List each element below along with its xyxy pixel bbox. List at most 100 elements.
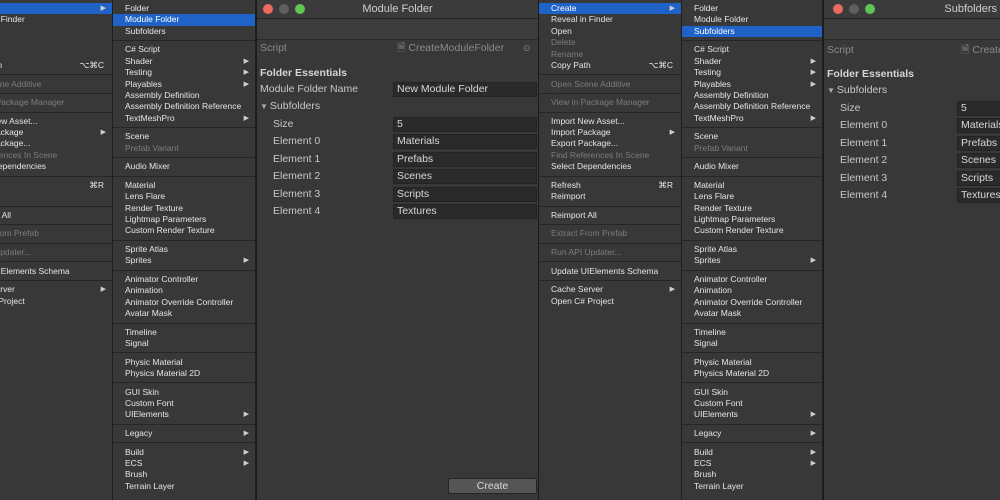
- menu-item[interactable]: UIElements ▶: [682, 409, 822, 420]
- menu-item[interactable]: esh⌘R: [0, 180, 112, 191]
- menu-item[interactable]: Import Package ▶: [539, 127, 681, 138]
- menu-item[interactable]: Refresh ⌘R: [539, 180, 681, 191]
- element-input[interactable]: Textures: [957, 188, 1000, 203]
- menu-item[interactable]: Assembly Definition Reference: [682, 101, 822, 112]
- menu-item[interactable]: Assembly Definition: [682, 90, 822, 101]
- menu-item[interactable]: Cache Server ▶: [539, 284, 681, 295]
- menu-item[interactable]: Open C# Project: [539, 296, 681, 307]
- subfolders-foldout[interactable]: ▼ Subfolders: [827, 83, 887, 98]
- menu-item[interactable]: Timeline: [682, 327, 822, 338]
- element-input[interactable]: Prefabs: [393, 152, 537, 167]
- menu-item[interactable]: mport: [0, 191, 112, 202]
- menu-item[interactable]: Brush: [682, 469, 822, 480]
- menu-item[interactable]: Animator Override Controller: [113, 297, 255, 308]
- menu-item[interactable]: Sprite Atlas: [113, 244, 255, 255]
- menu-item[interactable]: ort New Asset...: [0, 116, 112, 127]
- menu-item[interactable]: Build ▶: [682, 447, 822, 458]
- element-input[interactable]: Materials: [957, 118, 1000, 133]
- menu-item[interactable]: Material: [682, 180, 822, 191]
- menu-item[interactable]: Animation: [682, 285, 822, 296]
- menu-item[interactable]: Playables ▶: [113, 79, 255, 90]
- menu-item[interactable]: n: [0, 26, 112, 37]
- menu-item[interactable]: Legacy ▶: [113, 428, 255, 439]
- menu-item[interactable]: Physic Material: [682, 357, 822, 368]
- element-input[interactable]: Scripts: [393, 187, 537, 202]
- menu-item[interactable]: Sprite Atlas: [682, 244, 822, 255]
- menu-item[interactable]: Avatar Mask: [682, 308, 822, 319]
- menu-item[interactable]: Terrain Layer: [682, 481, 822, 492]
- menu-item[interactable]: C# Script: [113, 44, 255, 55]
- menu-item[interactable]: Custom Render Texture: [682, 225, 822, 236]
- menu-item[interactable]: Legacy ▶: [682, 428, 822, 439]
- menu-item[interactable]: GUI Skin: [113, 387, 255, 398]
- menu-item[interactable]: Brush: [113, 469, 255, 480]
- menu-item[interactable]: n C# Project: [0, 296, 112, 307]
- menu-item[interactable]: Select Dependencies: [539, 161, 681, 172]
- menu-item[interactable]: Shader ▶: [113, 56, 255, 67]
- element-input[interactable]: Scenes: [393, 169, 537, 184]
- menu-item[interactable]: Update UIElements Schema: [539, 266, 681, 277]
- menu-item[interactable]: mport All: [0, 210, 112, 221]
- menu-item[interactable]: Export Package...: [539, 138, 681, 149]
- menu-item[interactable]: ort Package...: [0, 138, 112, 149]
- menu-item[interactable]: Reimport All: [539, 210, 681, 221]
- menu-item[interactable]: he Server ▶: [0, 284, 112, 295]
- menu-item[interactable]: Physics Material 2D: [113, 368, 255, 379]
- element-input[interactable]: Prefabs: [957, 136, 1000, 151]
- menu-item[interactable]: ECS ▶: [682, 458, 822, 469]
- menu-item[interactable]: Subfolders: [113, 26, 255, 37]
- menu-item[interactable]: TextMeshPro ▶: [113, 113, 255, 124]
- menu-item[interactable]: Playables ▶: [682, 79, 822, 90]
- menu-item[interactable]: ate UIElements Schema: [0, 266, 112, 277]
- size-input[interactable]: 5: [393, 117, 537, 132]
- menu-item[interactable]: ECS ▶: [113, 458, 255, 469]
- menu-item[interactable]: Animator Controller: [682, 274, 822, 285]
- menu-item[interactable]: Animator Override Controller: [682, 297, 822, 308]
- menu-item[interactable]: Copy Path ⌥⌘C: [539, 60, 681, 71]
- menu-item[interactable]: Module Folder: [113, 14, 255, 26]
- menu-item[interactable]: TextMeshPro ▶: [682, 113, 822, 124]
- menu-item[interactable]: Physic Material: [113, 357, 255, 368]
- menu-item[interactable]: Audio Mixer: [113, 161, 255, 172]
- menu-item[interactable]: Custom Font: [113, 398, 255, 409]
- menu-item[interactable]: Avatar Mask: [113, 308, 255, 319]
- menu-item[interactable]: Custom Font: [682, 398, 822, 409]
- menu-item[interactable]: ect Dependencies: [0, 161, 112, 172]
- subfolders-foldout[interactable]: ▼ Subfolders: [260, 99, 320, 114]
- menu-item[interactable]: Folder: [113, 3, 255, 14]
- menu-item[interactable]: Signal: [682, 338, 822, 349]
- create-button[interactable]: Create: [448, 478, 537, 494]
- menu-item[interactable]: Sprites ▶: [113, 255, 255, 266]
- menu-item[interactable]: UIElements ▶: [113, 409, 255, 420]
- element-input[interactable]: Scenes: [957, 153, 1000, 168]
- element-input[interactable]: Scripts: [957, 171, 1000, 186]
- menu-item[interactable]: Render Texture: [682, 203, 822, 214]
- menu-item[interactable]: Lightmap Parameters: [682, 214, 822, 225]
- menu-item[interactable]: ate▶: [0, 3, 112, 15]
- element-input[interactable]: Materials: [393, 134, 537, 149]
- menu-item[interactable]: Lens Flare: [113, 191, 255, 202]
- menu-item[interactable]: Reimport: [539, 191, 681, 202]
- menu-item[interactable]: Material: [113, 180, 255, 191]
- menu-item[interactable]: Audio Mixer: [682, 161, 822, 172]
- menu-item[interactable]: Animator Controller: [113, 274, 255, 285]
- menu-item[interactable]: Signal: [113, 338, 255, 349]
- script-target-icon[interactable]: ⊙: [523, 41, 531, 56]
- menu-item[interactable]: Subfolders: [682, 25, 822, 38]
- menu-item[interactable]: Open: [539, 26, 681, 37]
- size-input[interactable]: 5: [957, 101, 1000, 116]
- menu-item[interactable]: Scene: [113, 131, 255, 142]
- menu-item[interactable]: Shader ▶: [682, 56, 822, 67]
- menu-item[interactable]: Animation: [113, 285, 255, 296]
- menu-item[interactable]: Build ▶: [113, 447, 255, 458]
- menu-item[interactable]: eal in Finder: [0, 14, 112, 25]
- menu-item[interactable]: Assembly Definition: [113, 90, 255, 101]
- menu-item[interactable]: Testing ▶: [682, 67, 822, 78]
- module-folder-name-input[interactable]: New Module Folder: [393, 82, 537, 97]
- menu-item[interactable]: Timeline: [113, 327, 255, 338]
- menu-item[interactable]: Lightmap Parameters: [113, 214, 255, 225]
- menu-item[interactable]: Reveal in Finder: [539, 14, 681, 25]
- menu-item[interactable]: Module Folder: [682, 14, 822, 25]
- menu-item[interactable]: Testing ▶: [113, 67, 255, 78]
- menu-item[interactable]: Physics Material 2D: [682, 368, 822, 379]
